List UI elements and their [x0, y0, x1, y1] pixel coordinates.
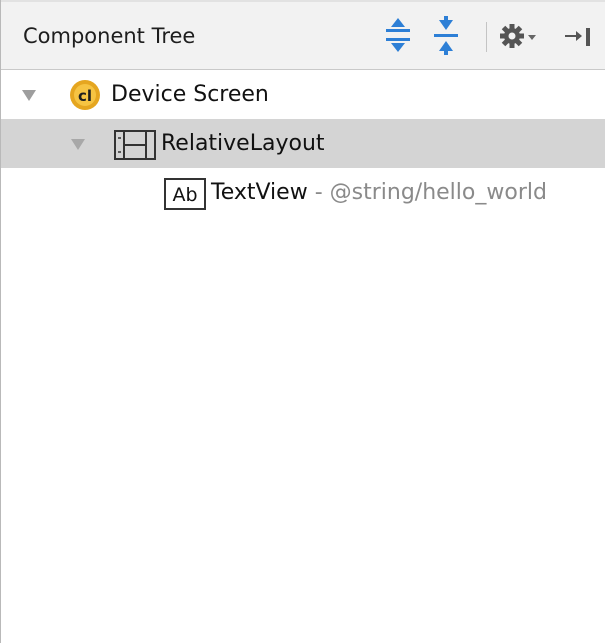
device-screen-icon: cl: [70, 80, 100, 110]
component-tree: cl Device Screen RelativeLayout Ab TextV…: [1, 70, 605, 217]
panel-header: Component Tree: [1, 2, 605, 70]
expand-arrow-icon[interactable]: [71, 137, 85, 151]
expand-arrow-icon[interactable]: [22, 88, 36, 102]
settings-icon[interactable]: [498, 2, 542, 70]
hide-panel-icon[interactable]: [561, 2, 601, 70]
tree-node-relative-layout[interactable]: RelativeLayout: [1, 119, 605, 168]
tree-node-textview[interactable]: Ab TextView - @string/hello_world: [1, 168, 605, 217]
textview-text-reference: @string/hello_world: [329, 180, 547, 205]
tree-node-label: TextView - @string/hello_world: [211, 180, 547, 205]
svg-text:cl: cl: [78, 87, 92, 105]
textview-separator: -: [307, 180, 330, 205]
svg-text:Ab: Ab: [172, 184, 197, 206]
panel-title: Component Tree: [23, 24, 196, 48]
component-tree-panel: Component Tree cl Device Screen Relative…: [0, 0, 605, 643]
expand-all-icon[interactable]: [381, 2, 415, 70]
tree-node-label: Device Screen: [111, 82, 269, 107]
relative-layout-icon: [114, 130, 156, 160]
tree-node-device-screen[interactable]: cl Device Screen: [1, 70, 605, 119]
textview-icon: Ab: [164, 178, 206, 210]
textview-name: TextView: [211, 180, 308, 205]
toolbar-divider: [486, 22, 487, 52]
tree-node-label: RelativeLayout: [161, 131, 325, 156]
collapse-all-icon[interactable]: [429, 2, 463, 70]
